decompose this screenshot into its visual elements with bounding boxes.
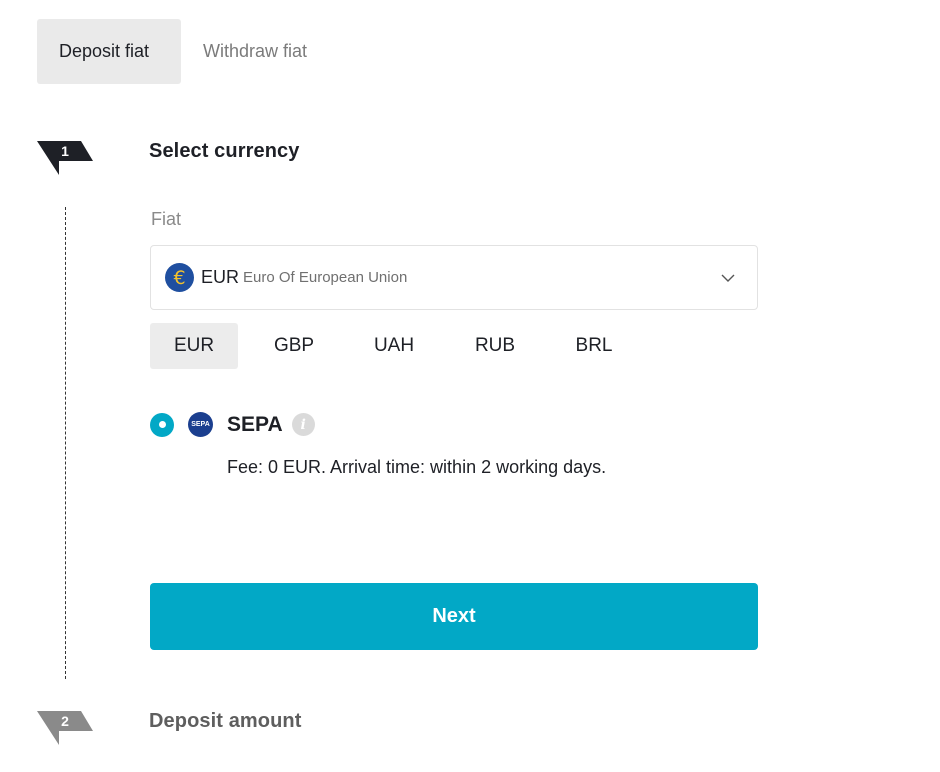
selected-currency-name: Euro Of European Union <box>243 269 408 286</box>
quick-currency-brl[interactable]: BRL <box>550 323 638 369</box>
fee-info-text: Fee: 0 EUR. Arrival time: within 2 worki… <box>227 457 607 477</box>
quick-currency-list: EUR GBP UAH RUB BRL <box>150 323 638 369</box>
step-1-title: Select currency <box>149 140 300 162</box>
quick-currency-gbp[interactable]: GBP <box>250 323 338 369</box>
quick-currency-uah[interactable]: UAH <box>350 323 438 369</box>
quick-currency-eur[interactable]: EUR <box>150 323 238 369</box>
step-2-title: Deposit amount <box>149 710 302 732</box>
step-connector-line <box>65 207 66 679</box>
payment-method-name: SEPA <box>227 412 283 436</box>
step-1-number: 1 <box>61 143 69 159</box>
selected-currency-code: EUR <box>201 267 240 287</box>
euro-icon: € <box>165 263 194 292</box>
step-2-number: 2 <box>61 713 69 729</box>
quick-currency-rub[interactable]: RUB <box>451 323 539 369</box>
fiat-currency-select[interactable]: € EUR Euro Of European Union <box>150 245 758 310</box>
sepa-radio[interactable] <box>150 412 174 437</box>
step-1-marker: 1 <box>37 139 95 175</box>
fiat-label: Fiat <box>151 209 182 229</box>
chevron-down-icon <box>721 274 735 282</box>
next-button[interactable]: Next <box>150 583 758 650</box>
tab-deposit-fiat[interactable]: Deposit fiat <box>37 19 181 84</box>
payment-method-sepa[interactable]: SEPA SEPA i <box>150 412 315 437</box>
step-2-marker: 2 <box>37 709 95 745</box>
fiat-tabs: Deposit fiat Withdraw fiat <box>37 19 329 84</box>
info-icon[interactable]: i <box>291 413 315 436</box>
tab-withdraw-fiat[interactable]: Withdraw fiat <box>181 19 329 84</box>
sepa-logo-icon: SEPA <box>188 412 213 437</box>
